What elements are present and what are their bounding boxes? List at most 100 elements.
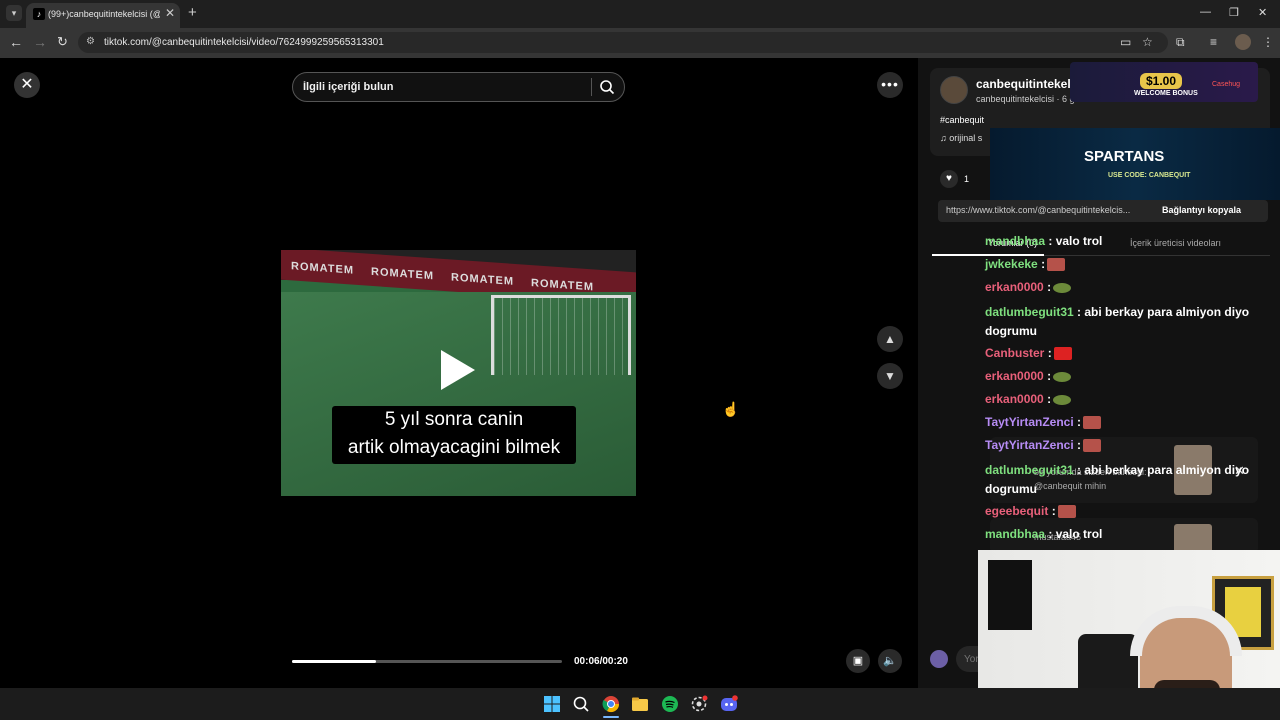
chat-username[interactable]: erkan0000 [985,392,1044,406]
chrome-icon[interactable] [602,695,620,713]
next-video-button[interactable]: ▼ [877,363,903,389]
extensions-icon[interactable]: ⧉ [1176,35,1185,50]
browser-toolbar: ← → ↻ ⚙ tiktok.com/@canbequitintekelcisi… [0,28,1280,58]
chat-message: erkan0000 : [985,280,1072,294]
creator-subinfo: canbequitintekelcisi · 6 g [976,94,1075,104]
heart-icon[interactable]: ♥ [940,170,958,188]
search-icon[interactable] [599,79,615,95]
chat-message: datlumbeguit31 : abi berkay para almiyon… [985,303,1265,341]
windows-start-icon[interactable] [543,695,561,713]
restore-button[interactable]: ❐ [1229,6,1239,19]
cast-icon[interactable]: ▭ [1120,35,1131,49]
minimize-button[interactable]: — [1200,6,1211,18]
search-bar [292,72,625,102]
play-icon[interactable] [441,350,475,390]
profile-avatar[interactable] [1235,34,1251,50]
search-input[interactable] [303,73,583,101]
new-tab-button[interactable]: + [188,4,197,21]
taskbar-search-icon[interactable] [572,695,590,713]
chat-emote-icon [1083,416,1102,430]
forward-button[interactable]: → [33,34,47,50]
chat-username[interactable]: mandbhaa [985,234,1045,248]
media-control-icon[interactable]: ≡ [1210,35,1217,49]
previous-video-button[interactable]: ▲ [877,326,903,352]
chat-message: datlumbeguit31 : abi berkay para almiyon… [985,461,1265,499]
chat-emote-icon [1053,347,1072,361]
chat-username[interactable]: datlumbeguit31 [985,305,1074,319]
chat-text: : valo trol [1048,234,1103,248]
bookmark-star-icon[interactable]: ☆ [1142,35,1153,49]
search-divider [591,78,592,96]
window-close-button[interactable]: ✕ [1258,6,1267,19]
tab-creator-videos[interactable]: İçerik üreticisi videoları [1130,238,1221,248]
chat-username[interactable]: jwkekeke [985,257,1038,271]
menu-dots-icon[interactable]: ⋮ [1262,35,1274,49]
chat-message: mandbhaa : valo trol [985,527,1102,541]
chat-message: mandbhaa : valo trol [985,234,1102,248]
volume-icon[interactable]: 🔈 [878,649,902,673]
pip-icon[interactable]: ▣ [846,649,870,673]
more-options-button[interactable]: ••• [877,72,903,98]
tab-close-icon[interactable]: ✕ [165,6,175,20]
reload-button[interactable]: ↻ [57,34,68,50]
hand-cursor-icon: ☝ [722,401,740,417]
chat-username[interactable]: erkan0000 [985,369,1044,383]
banner-text: ROMATEM [291,260,355,277]
active-tab-underline [932,254,1044,256]
discord-icon[interactable] [720,695,738,713]
chat-username[interactable]: TaytYirtanZenci [985,415,1074,429]
video-hashtag[interactable]: #canbequit [940,115,984,125]
chat-text: : [1047,346,1052,360]
video-progress-bar[interactable] [292,660,562,663]
chat-emote-icon [1083,439,1102,453]
address-bar[interactable]: ⚙ tiktok.com/@canbequitintekelcisi/video… [78,32,1168,53]
chat-text: : [1041,257,1046,271]
chat-message: egeebequit : [985,504,1076,519]
sound-label: orijinal s [949,133,983,143]
chat-emote-icon [1057,505,1076,519]
share-link-row: https://www.tiktok.com/@canbequitintekel… [938,200,1268,222]
chat-username[interactable]: mandbhaa [985,527,1045,541]
copy-link-button[interactable]: Bağlantıyı kopyala [1162,205,1241,215]
chat-text: : valo trol [1048,527,1103,541]
spotify-icon[interactable] [661,695,679,713]
wall-poster [988,560,1032,630]
chat-text: : [1077,438,1082,452]
chat-username[interactable]: erkan0000 [985,280,1044,294]
tiktok-icon: ♪ [33,8,45,20]
file-explorer-icon[interactable] [631,695,649,713]
chat-username[interactable]: datlumbeguit31 [985,463,1074,477]
chat-text: : [1047,369,1052,383]
settings-app-icon[interactable] [690,695,708,713]
chat-message: TaytYirtanZenci : [985,415,1102,430]
chat-username[interactable]: Canbuster [985,346,1044,360]
ad-subtitle: WELCOME BONUS [1134,90,1198,97]
comment-bar [918,636,996,678]
chat-username[interactable]: TaytYirtanZenci [985,438,1074,452]
chat-text: : [1047,392,1052,406]
chat-message: erkan0000 : [985,369,1072,383]
ad2-title: SPARTANS [1084,148,1165,165]
chat-text: : [1051,504,1056,518]
banner-text: ROMATEM [531,277,595,294]
browser-tab[interactable]: ♪ (99+)canbequitintekelcisi (@ca ✕ [26,3,180,28]
close-video-button[interactable]: ✕ [14,72,40,98]
user-avatar [930,650,948,668]
video-player[interactable]: ROMATEM ROMATEM ROMATEM ROMATEM 5 yıl so… [281,250,636,496]
chat-message: jwkekeke : [985,257,1066,272]
chat-username[interactable]: egeebequit [985,504,1048,518]
banner-text: ROMATEM [371,265,435,283]
progress-fill [292,660,376,663]
url-text: tiktok.com/@canbequitintekelcisi/video/7… [104,37,384,48]
tab-search-button[interactable]: ▾ [6,5,22,21]
like-count: 1 [964,174,970,184]
video-sound[interactable]: ♫ orijinal s [940,133,982,143]
creator-avatar[interactable] [940,76,968,104]
chat-message: TaytYirtanZenci : [985,438,1102,453]
share-link: https://www.tiktok.com/@canbequitintekel… [946,205,1131,215]
back-button[interactable]: ← [9,34,23,50]
ad2-subtitle: USE CODE: CANBEQUIT [1108,172,1191,179]
chat-emote-icon [1047,258,1066,272]
site-info-icon[interactable]: ⚙ [86,36,95,47]
spartans-ad: SPARTANS USE CODE: CANBEQUIT [990,128,1280,200]
